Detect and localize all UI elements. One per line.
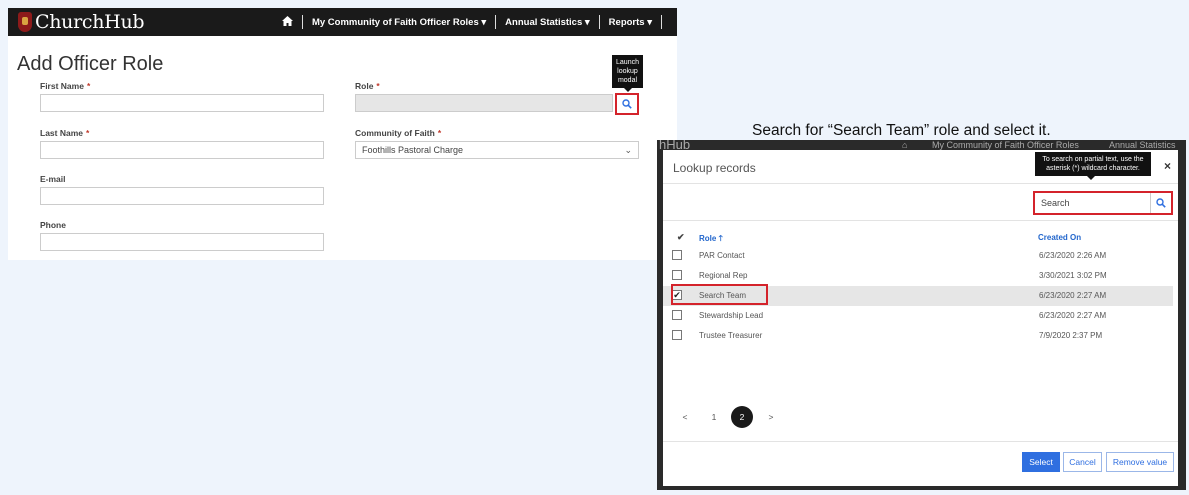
row-role: PAR Contact (699, 251, 745, 260)
table-row[interactable]: PAR Contact 6/23/2020 2:26 AM (663, 246, 1173, 266)
search-input[interactable]: Search (1035, 193, 1151, 213)
column-role[interactable]: Role 🡑 (699, 233, 723, 247)
lookup-records-dialog: Lookup records × To search on partial te… (663, 150, 1178, 486)
row-role: Trustee Treasurer (699, 331, 763, 340)
select-button[interactable]: Select (1022, 452, 1060, 472)
lookup-modal-screenshot: hHub ⌂ My Community of Faith Officer Rol… (657, 140, 1186, 490)
nav-divider (301, 15, 303, 29)
cancel-button[interactable]: Cancel (1063, 452, 1102, 472)
row-created-on: 3/30/2021 3:02 PM (1039, 271, 1107, 280)
close-icon[interactable]: × (1164, 159, 1171, 173)
search-icon (1156, 198, 1166, 208)
row-checkbox[interactable] (672, 330, 682, 340)
phone-label: Phone (40, 220, 66, 230)
column-created-on[interactable]: Created On (1038, 233, 1081, 242)
nav-item-reports[interactable]: Reports ▾ (609, 17, 652, 28)
nav-divider (598, 15, 600, 29)
modal-title: Lookup records (673, 161, 756, 175)
row-created-on: 7/9/2020 2:37 PM (1039, 331, 1103, 340)
page-2-button[interactable]: 2 (731, 406, 753, 428)
phone-input[interactable] (40, 233, 324, 251)
top-navbar: ChurchHub My Community of Faith Officer … (8, 8, 677, 36)
row-role: Regional Rep (699, 271, 748, 280)
row-role: Stewardship Lead (699, 311, 764, 320)
last-name-input[interactable] (40, 141, 324, 159)
brand[interactable]: ChurchHub (18, 10, 145, 34)
search-box: Search (1033, 191, 1173, 215)
selected-row-highlight (671, 284, 768, 305)
lookup-tooltip: Launch lookup modal (612, 55, 643, 92)
divider (663, 220, 1178, 221)
divider (663, 441, 1178, 442)
brand-name: ChurchHub (35, 11, 145, 33)
table-row[interactable]: Stewardship Lead 6/23/2020 2:27 AM (663, 306, 1173, 326)
search-icon (622, 99, 632, 109)
add-officer-role-screenshot: ChurchHub My Community of Faith Officer … (8, 8, 677, 260)
nav-menu: My Community of Faith Officer Roles ▾ An… (281, 8, 671, 36)
nav-item-annual-statistics[interactable]: Annual Statistics ▾ (505, 17, 590, 28)
nav-divider (661, 15, 662, 29)
home-icon: ⌂ (902, 140, 908, 150)
community-label: Community of Faith * (355, 128, 442, 138)
prev-page-button[interactable]: < (674, 406, 696, 428)
row-created-on: 6/23/2020 2:27 AM (1039, 291, 1107, 300)
first-name-input[interactable] (40, 94, 324, 112)
community-select[interactable]: Foothills Pastoral Charge ⌄ (355, 141, 639, 159)
email-label: E-mail (40, 174, 66, 184)
home-icon[interactable] (281, 15, 293, 29)
last-name-label: Last Name * (40, 128, 90, 138)
row-created-on: 6/23/2020 2:26 AM (1039, 251, 1107, 260)
pagination: < 1 2 > (663, 406, 863, 430)
row-checkbox[interactable] (672, 310, 682, 320)
lookup-button[interactable] (615, 93, 639, 115)
instruction-caption: Search for “Search Team” role and select… (752, 122, 1051, 139)
email-input[interactable] (40, 187, 324, 205)
row-created-on: 6/23/2020 2:27 AM (1039, 311, 1107, 320)
nav-item-officer-roles[interactable]: My Community of Faith Officer Roles ▾ (312, 17, 486, 28)
page-title: Add Officer Role (17, 53, 164, 75)
first-name-label: First Name * (40, 81, 91, 91)
divider (663, 183, 1178, 184)
role-input (355, 94, 613, 112)
remove-value-button[interactable]: Remove value (1106, 452, 1174, 472)
community-value: Foothills Pastoral Charge (362, 145, 464, 155)
page-1-button[interactable]: 1 (703, 406, 725, 428)
table-row[interactable]: Regional Rep 3/30/2021 3:02 PM (663, 266, 1173, 286)
select-all-check-icon[interactable]: ✔ (677, 232, 685, 243)
chevron-down-icon: ⌄ (624, 144, 632, 155)
church-logo-icon (18, 12, 32, 32)
table-row[interactable]: Trustee Treasurer 7/9/2020 2:37 PM (663, 326, 1173, 346)
search-button[interactable] (1151, 193, 1171, 213)
role-label: Role * (355, 81, 380, 91)
row-checkbox[interactable] (672, 270, 682, 280)
row-checkbox[interactable] (672, 250, 682, 260)
search-tooltip: To search on partial text, use the aster… (1035, 152, 1151, 180)
next-page-button[interactable]: > (760, 406, 782, 428)
nav-divider (495, 15, 497, 29)
table-header: ✔ Role 🡑 Created On (663, 230, 1178, 246)
